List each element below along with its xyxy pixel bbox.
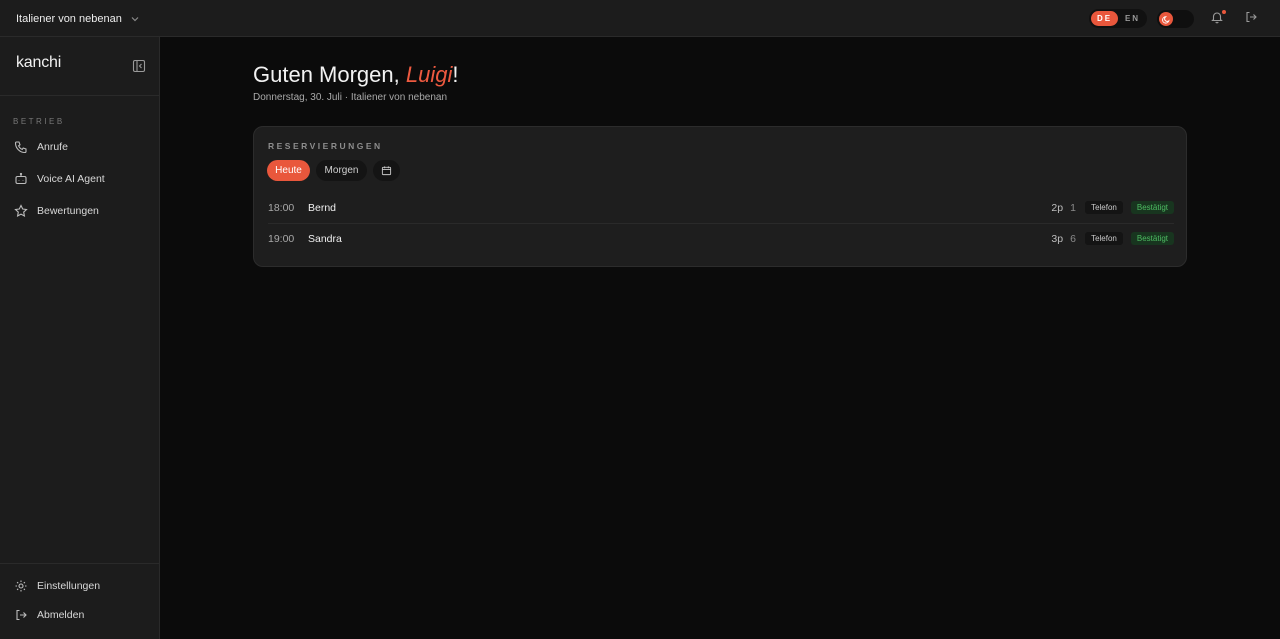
sidebar-item-einstellungen[interactable]: Einstellungen (8, 573, 152, 599)
status-badge: Bestätigt (1130, 232, 1174, 245)
source-badge: Telefon (1085, 232, 1123, 245)
source-badge: Telefon (1085, 201, 1123, 214)
sidebar-divider (0, 95, 160, 96)
notification-dot (1222, 10, 1226, 14)
sidebar-item-abmelden[interactable]: Abmelden (8, 602, 152, 628)
star-icon (14, 204, 28, 218)
sidebar-section-label: BETRIEB (13, 117, 65, 126)
greeting-suffix: ! (452, 62, 459, 87)
language-en-button[interactable]: EN (1120, 11, 1145, 26)
gear-icon (15, 580, 27, 592)
sidebar-item-voice-ai-agent[interactable]: Voice AI Agent (8, 166, 152, 192)
sidebar-item-label: Voice AI Agent (37, 173, 105, 185)
language-toggle: DE EN (1089, 9, 1147, 28)
table-number: 1 (1070, 201, 1076, 214)
calendar-icon (381, 166, 392, 176)
guest-name: Sandra (308, 232, 342, 245)
brand-logo[interactable]: kanchi (16, 54, 61, 72)
brand-text: kanchi (16, 54, 62, 71)
sidebar-item-bewertungen[interactable]: Bewertungen (8, 198, 152, 224)
chevron-down-icon (131, 16, 139, 21)
notifications-button[interactable] (1210, 10, 1226, 26)
calendar-picker-button[interactable] (373, 160, 400, 181)
card-title: RESERVIERUNGEN (268, 141, 383, 151)
sidebar-item-label: Bewertungen (37, 205, 99, 217)
reservation-time: 18:00 (268, 201, 295, 214)
table-row[interactable]: 19:00 Sandra 3p 6 Telefon Bestätigt (268, 223, 1174, 254)
page-title: Guten Morgen, Luigi! (253, 62, 458, 88)
date-subline: Donnerstag, 30. Juli · Italiener von neb… (253, 92, 448, 103)
logout-icon (16, 609, 27, 621)
sidebar-divider (0, 563, 160, 564)
sidebar: kanchi BETRIEB Anrufe Voice AI Agent Bew… (0, 37, 160, 639)
logout-icon (1246, 11, 1257, 23)
logout-button[interactable] (1244, 10, 1260, 26)
table-number: 6 (1070, 232, 1076, 245)
sidebar-item-label: Einstellungen (37, 580, 101, 592)
guest-name: Bernd (308, 201, 337, 214)
organization-switcher[interactable]: Italiener von nebenan (16, 0, 140, 37)
language-de-button[interactable]: DE (1091, 11, 1118, 26)
sidebar-item-anrufe[interactable]: Anrufe (8, 134, 152, 160)
sidebar-toggle-icon (132, 59, 146, 73)
sidebar-item-label: Anrufe (37, 141, 68, 153)
top-bar: Italiener von nebenan DE EN (0, 0, 1280, 37)
status-badge: Bestätigt (1130, 201, 1174, 214)
greeting-prefix: Guten Morgen, (253, 62, 400, 87)
phone-icon (14, 141, 27, 154)
theme-toggle[interactable] (1157, 10, 1194, 28)
tab-heute[interactable]: Heute (267, 160, 310, 181)
bot-icon (15, 172, 27, 185)
collapse-sidebar-button[interactable] (132, 59, 146, 73)
sidebar-item-label: Abmelden (37, 609, 85, 621)
reservations-card: RESERVIERUNGEN Heute Morgen 18:00 Bernd … (253, 126, 1187, 267)
greeting-name: Luigi (405, 62, 453, 87)
main-content: Guten Morgen, Luigi! Donnerstag, 30. Jul… (160, 37, 1280, 639)
organization-name: Italiener von nebenan (16, 12, 122, 25)
tab-morgen[interactable]: Morgen (316, 160, 367, 181)
moon-icon (1159, 12, 1173, 26)
party-size: 2p (1051, 201, 1064, 214)
party-size: 3p (1051, 232, 1064, 245)
reservation-time: 19:00 (268, 232, 295, 245)
table-row[interactable]: 18:00 Bernd 2p 1 Telefon Bestätigt (268, 192, 1174, 223)
